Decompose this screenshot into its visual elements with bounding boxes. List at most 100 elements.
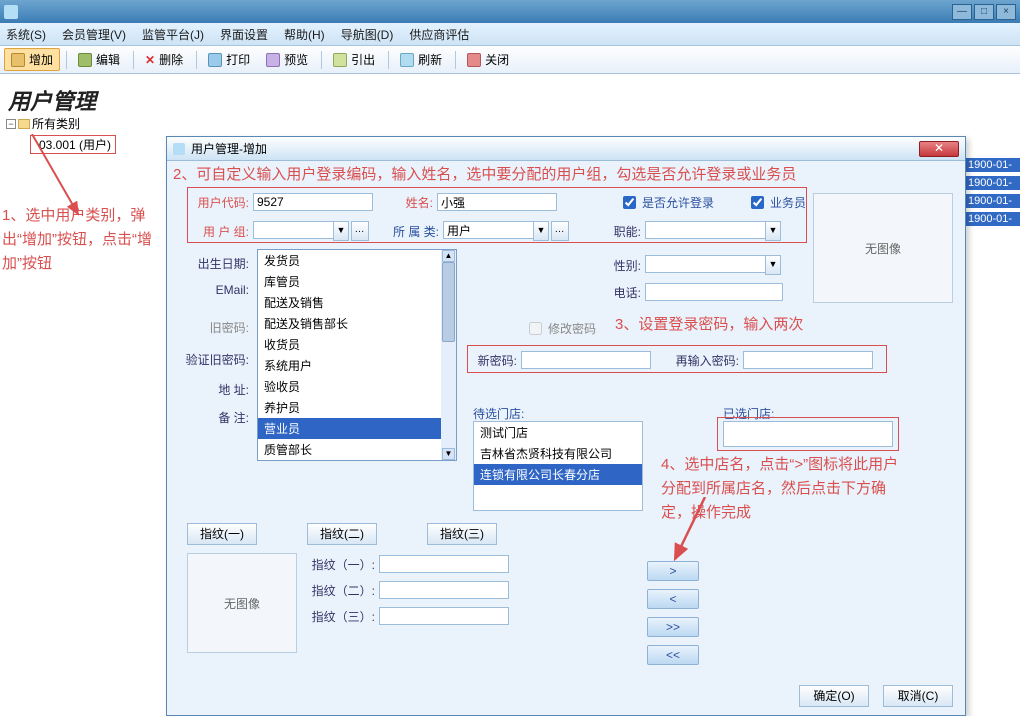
close-icon — [467, 53, 481, 67]
annotation-1: 1、选中用户类别，弹出“增加”按钮，点击“增加”按钮 — [2, 204, 167, 276]
date-cell: 1900-01- — [965, 176, 1020, 190]
dialog-close-button[interactable]: ✕ — [919, 141, 959, 157]
tree-root-label: 所有类别 — [32, 115, 80, 132]
tree-child-node[interactable]: 03.001 (用户) — [30, 135, 116, 154]
menu-ui[interactable]: 界面设置 — [220, 26, 268, 43]
export-button[interactable]: 引出 — [326, 48, 382, 71]
toolbar: 增加 编辑 ✕删除 打印 预览 引出 刷新 关闭 — [0, 46, 1020, 74]
date-column: 1900-01- 1900-01- 1900-01- 1900-01- — [965, 154, 1020, 230]
user-group-browse[interactable]: … — [351, 221, 369, 241]
date-cell: 1900-01- — [965, 158, 1020, 172]
scroll-thumb[interactable] — [442, 262, 455, 342]
gender-combo[interactable] — [645, 255, 765, 273]
move-all-right-button[interactable]: >> — [647, 617, 699, 637]
preview-button[interactable]: 预览 — [259, 48, 315, 71]
content-area: 用户管理 − 所有类别 03.001 (用户) — [0, 74, 1020, 660]
user-code-input[interactable] — [253, 193, 373, 211]
menu-supplier[interactable]: 供应商评估 — [409, 26, 469, 43]
toolbar-close-button[interactable]: 关闭 — [460, 48, 516, 71]
date-cell: 1900-01- — [965, 194, 1020, 208]
label-address: 地 址: — [193, 381, 249, 398]
label-fp3v: 指纹（三）: — [307, 608, 375, 625]
minimize-button[interactable]: — — [952, 4, 972, 20]
salesman-checkbox[interactable]: 业务员 — [747, 193, 806, 212]
refresh-button[interactable]: 刷新 — [393, 48, 449, 71]
list-item[interactable]: 测试门店 — [474, 422, 642, 443]
fingerprint-1-button[interactable]: 指纹(一) — [187, 523, 257, 545]
option[interactable]: 养护员 — [258, 397, 456, 418]
dialog-titlebar: 用户管理-增加 ✕ — [167, 137, 965, 161]
position-combo[interactable] — [645, 221, 765, 239]
print-icon — [208, 53, 222, 67]
label-fp2v: 指纹（二）: — [307, 582, 375, 599]
chevron-down-icon[interactable]: ▼ — [765, 255, 781, 275]
menu-nav[interactable]: 导航图(D) — [341, 26, 394, 43]
option[interactable]: 系统用户 — [258, 355, 456, 376]
allow-login-checkbox[interactable]: 是否允许登录 — [619, 193, 714, 212]
move-right-button[interactable]: > — [647, 561, 699, 581]
category-browse[interactable]: … — [551, 221, 569, 241]
label-old-pwd: 旧密码: — [193, 319, 249, 336]
menu-platform[interactable]: 监管平台(J) — [142, 26, 204, 43]
option[interactable]: 验收员 — [258, 376, 456, 397]
option[interactable]: 收货员 — [258, 334, 456, 355]
preview-icon — [266, 53, 280, 67]
export-icon — [333, 53, 347, 67]
restore-button[interactable]: □ — [974, 4, 994, 20]
pending-store-list[interactable]: 测试门店 吉林省杰贤科技有限公司 连锁有限公司长春分店 — [473, 421, 643, 511]
date-cell: 1900-01- — [965, 212, 1020, 226]
option-selected[interactable]: 营业员 — [258, 418, 456, 439]
option[interactable]: 质管部长 — [258, 439, 456, 460]
fingerprint-2-button[interactable]: 指纹(二) — [307, 523, 377, 545]
refresh-icon — [400, 53, 414, 67]
edit-icon — [78, 53, 92, 67]
scroll-down-icon[interactable]: ▼ — [442, 448, 455, 460]
name-input[interactable] — [437, 193, 557, 211]
menubar: 系统(S) 会员管理(V) 监管平台(J) 界面设置 帮助(H) 导航图(D) … — [0, 23, 1020, 46]
dialog-title: 用户管理-增加 — [191, 140, 267, 157]
option[interactable]: 配送及销售部长 — [258, 313, 456, 334]
delete-button[interactable]: ✕删除 — [138, 48, 190, 71]
scroll-up-icon[interactable]: ▲ — [442, 250, 455, 262]
cancel-button[interactable]: 取消(C) — [883, 685, 953, 707]
app-icon — [4, 5, 18, 19]
fp1-input[interactable] — [379, 555, 509, 573]
app-window: — □ × 系统(S) 会员管理(V) 监管平台(J) 界面设置 帮助(H) 导… — [0, 0, 1020, 660]
annotation-2: 2、可自定义输入用户登录编码，输入姓名，选中要分配的用户组，勾选是否允许登录或业… — [173, 163, 796, 187]
edit-button[interactable]: 编辑 — [71, 48, 127, 71]
phone-input[interactable] — [645, 283, 783, 301]
label-pending: 待选门店: — [473, 405, 524, 422]
menu-system[interactable]: 系统(S) — [6, 26, 46, 43]
add-icon — [11, 53, 25, 67]
user-group-combo[interactable] — [253, 221, 333, 239]
print-button[interactable]: 打印 — [201, 48, 257, 71]
folder-icon — [18, 119, 30, 129]
scrollbar[interactable]: ▲ ▼ — [441, 250, 456, 460]
chevron-down-icon[interactable]: ▼ — [333, 221, 349, 241]
tree-root-node[interactable]: − 所有类别 — [6, 114, 166, 133]
list-item[interactable]: 吉林省杰贤科技有限公司 — [474, 443, 642, 464]
collapse-icon[interactable]: − — [6, 119, 16, 129]
fingerprint-3-button[interactable]: 指纹(三) — [427, 523, 497, 545]
move-left-button[interactable]: < — [647, 589, 699, 609]
option[interactable]: 发货员 — [258, 250, 456, 271]
ok-button[interactable]: 确定(O) — [799, 685, 869, 707]
option[interactable]: 库管员 — [258, 271, 456, 292]
label-remark: 备 注: — [193, 409, 249, 426]
menu-help[interactable]: 帮助(H) — [284, 26, 325, 43]
add-user-dialog: 用户管理-增加 ✕ 2、可自定义输入用户登录编码，输入姓名，选中要分配的用户组，… — [166, 136, 966, 716]
menu-member[interactable]: 会员管理(V) — [62, 26, 126, 43]
chevron-down-icon[interactable]: ▼ — [533, 221, 549, 241]
change-pwd-checkbox[interactable]: 修改密码 — [525, 319, 596, 338]
fp2-input[interactable] — [379, 581, 509, 599]
user-group-dropdown[interactable]: 发货员 库管员 配送及销售 配送及销售部长 收货员 系统用户 验收员 养护员 营… — [257, 249, 457, 461]
close-button[interactable]: × — [996, 4, 1016, 20]
add-button[interactable]: 增加 — [4, 48, 60, 71]
list-item-selected[interactable]: 连锁有限公司长春分店 — [474, 464, 642, 485]
fingerprint-image-box: 无图像 — [187, 553, 297, 653]
chevron-down-icon[interactable]: ▼ — [765, 221, 781, 241]
move-all-left-button[interactable]: << — [647, 645, 699, 665]
category-combo[interactable] — [443, 221, 533, 239]
fp3-input[interactable] — [379, 607, 509, 625]
option[interactable]: 配送及销售 — [258, 292, 456, 313]
